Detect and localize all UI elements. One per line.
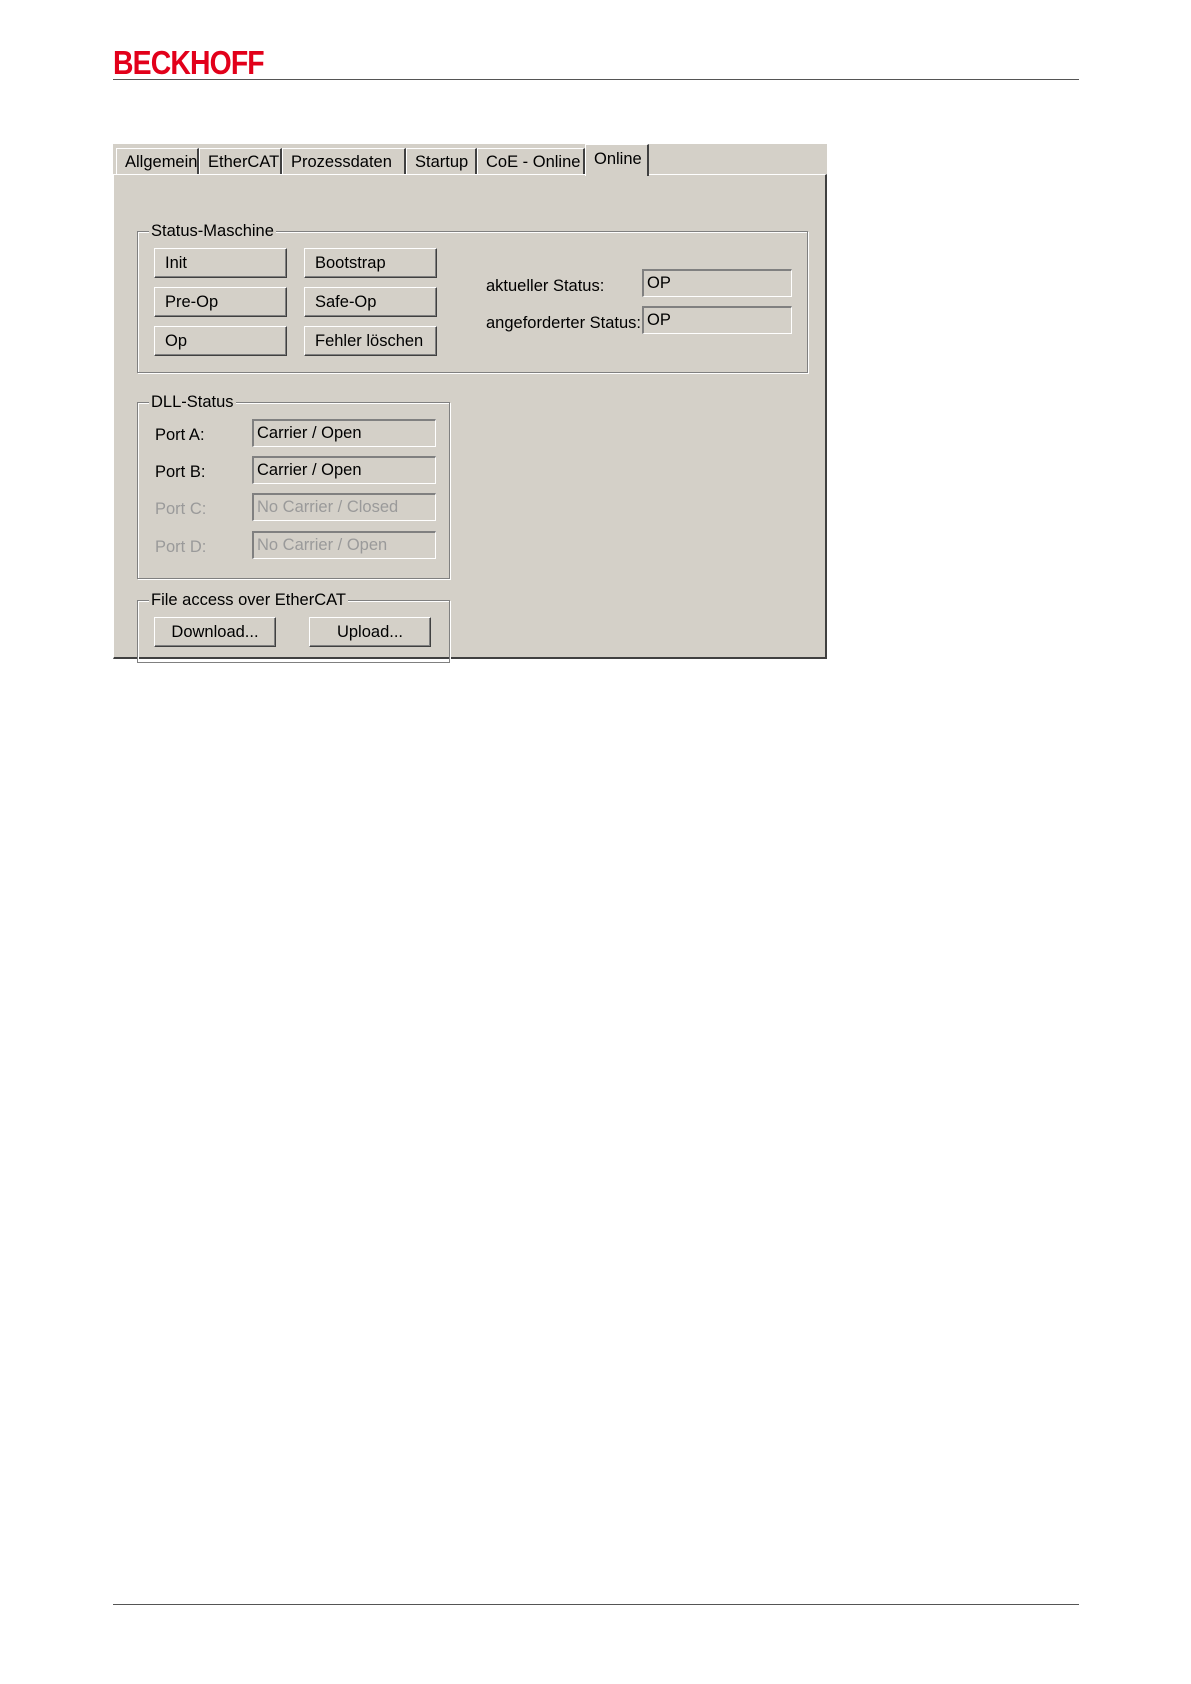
status-machine-title: Status-Maschine [149, 221, 276, 241]
current-status-label: aktueller Status: [486, 277, 605, 295]
tab-label: CoE - Online [486, 153, 581, 171]
download-button[interactable]: Download... [154, 617, 276, 647]
tab-label: Allgemein [125, 153, 198, 171]
file-access-title: File access over EtherCAT [149, 590, 349, 610]
beckhoff-logo: BECKHOFF [113, 44, 265, 81]
tab-prozessdaten[interactable]: Prozessdaten [282, 148, 406, 174]
tab-startup[interactable]: Startup [406, 148, 477, 174]
tab-label: Prozessdaten [291, 153, 392, 171]
clear-errors-button[interactable]: Fehler löschen [304, 326, 437, 356]
tab-label: EtherCAT [208, 153, 280, 171]
op-button[interactable]: Op [154, 326, 287, 356]
dll-status-title: DLL-Status [149, 392, 236, 412]
tab-coe-online[interactable]: CoE - Online [477, 148, 585, 174]
requested-status-label: angeforderter Status: [486, 314, 642, 332]
requested-status-field: OP [642, 306, 792, 334]
port-a-field: Carrier / Open [252, 419, 436, 447]
safeop-button[interactable]: Safe-Op [304, 287, 437, 317]
online-tab-page: Status-Maschine Init Bootstrap Pre-Op Sa… [113, 174, 827, 663]
port-a-label: Port A: [155, 426, 205, 444]
preop-button[interactable]: Pre-Op [154, 287, 287, 317]
file-access-group: File access over EtherCAT Download... Up… [137, 590, 450, 663]
tab-label: Startup [415, 153, 469, 171]
header-rule [113, 79, 1079, 80]
port-b-field: Carrier / Open [252, 456, 436, 484]
tab-allgemein[interactable]: Allgemein [116, 148, 199, 174]
properties-dialog: Allgemein EtherCAT Prozessdaten Startup … [113, 144, 827, 663]
port-d-field: No Carrier / Open [252, 531, 436, 559]
port-c-field: No Carrier / Closed [252, 493, 436, 521]
init-button[interactable]: Init [154, 248, 287, 278]
tab-ethercat[interactable]: EtherCAT [199, 148, 282, 174]
bootstrap-button[interactable]: Bootstrap [304, 248, 437, 278]
current-status-field: OP [642, 269, 792, 297]
port-d-label: Port D: [155, 538, 207, 556]
port-b-label: Port B: [155, 463, 206, 481]
tab-online[interactable]: Online [585, 144, 649, 176]
port-c-label: Port C: [155, 500, 207, 518]
footer-rule [113, 1604, 1079, 1605]
status-machine-group: Status-Maschine Init Bootstrap Pre-Op Sa… [137, 221, 808, 373]
dll-status-group: DLL-Status Port A: Carrier / Open Port B… [137, 392, 450, 579]
tab-label: Online [594, 150, 642, 168]
upload-button[interactable]: Upload... [309, 617, 431, 647]
